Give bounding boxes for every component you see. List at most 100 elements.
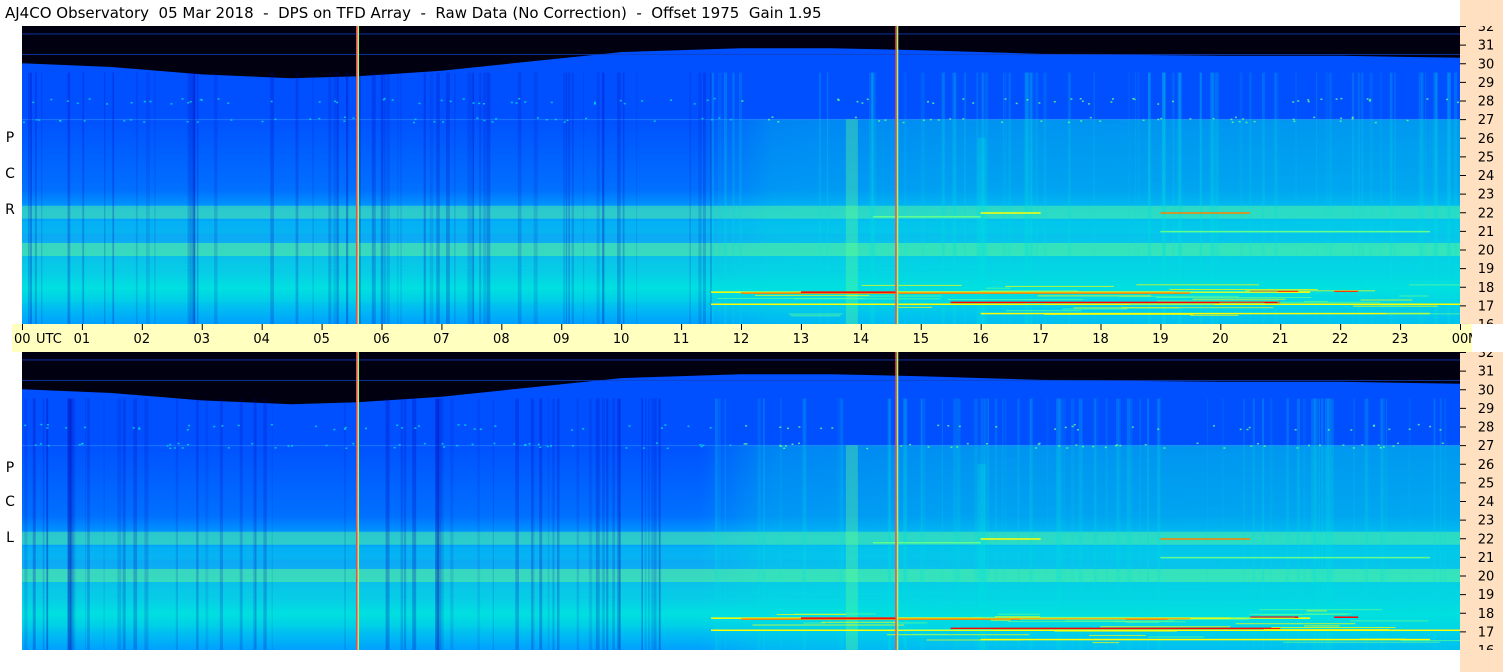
noise-streak [941, 398, 943, 650]
noise-streak [397, 72, 399, 324]
time-tick [1400, 324, 1402, 330]
noise-streak [802, 398, 807, 650]
signal-dot [464, 424, 467, 426]
freq-tick-label: 22 [1478, 532, 1495, 547]
noise-streak [492, 398, 494, 650]
signal-dot [1040, 120, 1043, 122]
freq-tick [1460, 389, 1466, 391]
noise-streak [1252, 398, 1255, 650]
noise-streak [1433, 72, 1437, 324]
carrier-signal [1160, 212, 1251, 214]
noise-streak [994, 398, 998, 650]
signal-dot [900, 445, 903, 447]
freq-tick [1460, 137, 1466, 139]
vertical-marker-line [357, 352, 360, 650]
noise-streak [723, 72, 727, 324]
signal-dot [718, 117, 721, 119]
vertical-marker-line [895, 352, 897, 650]
signal-dot [196, 121, 199, 123]
signal-dot [274, 447, 277, 449]
signal-dot [65, 427, 68, 429]
signal-dot [831, 427, 834, 429]
noise-streak [270, 72, 274, 324]
signal-dot [902, 121, 905, 124]
signal-dot [642, 447, 645, 449]
signal-dot [1392, 445, 1395, 447]
signal-dot [566, 119, 569, 121]
freq-tick [1460, 370, 1466, 372]
noise-streak [400, 398, 404, 650]
signal-dot [700, 445, 703, 448]
signal-dot [173, 447, 176, 449]
signal-dot [1263, 445, 1266, 447]
noise-streak [479, 72, 482, 324]
signal-dot [494, 425, 497, 427]
carrier-signal [743, 291, 793, 292]
signal-dot [1157, 103, 1160, 105]
vertical-marker-line [357, 26, 360, 324]
signal-dot [473, 428, 476, 430]
signal-dot [1350, 429, 1353, 431]
signal-dot [440, 99, 443, 102]
noise-streak [32, 398, 36, 650]
noise-streak [175, 398, 178, 650]
signal-dot [1026, 99, 1029, 101]
signal-dot [1223, 447, 1226, 449]
signal-dot [958, 425, 961, 428]
freq-tick [1460, 445, 1466, 447]
carrier-signal [1245, 290, 1376, 292]
signal-dot [1119, 444, 1122, 447]
noise-streak [889, 398, 892, 650]
signal-dot [729, 444, 732, 447]
signal-dot [972, 102, 975, 104]
signal-dot [1457, 101, 1459, 104]
noise-streak [1239, 72, 1243, 324]
noise-streak [1162, 72, 1166, 324]
carrier-signal [752, 624, 905, 626]
signal-dot [32, 101, 35, 104]
signal-dot [132, 427, 135, 429]
signal-dot [24, 424, 27, 427]
chart-title: AJ4CO Observatory 05 Mar 2018 - DPS on T… [5, 4, 822, 22]
noise-streak [1134, 72, 1136, 324]
signal-dot [702, 444, 705, 447]
signal-dot [35, 119, 38, 121]
signal-dot [1446, 98, 1449, 101]
noise-streak [1296, 398, 1300, 650]
noise-streak [1357, 72, 1360, 324]
noise-streak [122, 398, 126, 650]
signal-dot [396, 424, 399, 426]
signal-dot [513, 443, 516, 445]
noise-streak [622, 72, 625, 324]
carrier-signal [1192, 298, 1286, 300]
freq-axis-top-pad [1460, 0, 1503, 26]
signal-dot [664, 424, 667, 426]
signal-dot [287, 445, 290, 447]
time-tick [741, 324, 742, 330]
panel-label-letter: C [5, 494, 15, 510]
signal-dot [701, 117, 704, 120]
freq-tick [1460, 407, 1466, 409]
noise-streak [954, 72, 957, 324]
noise-streak [987, 398, 990, 650]
signal-dot [456, 444, 459, 447]
time-axis-ticks: 00 01 02 03 04 05 06 07 08 09 10 11 12 13 14 15 16 17 18 19… [14, 324, 1496, 347]
noise-streak [1353, 398, 1355, 650]
signal-dot [333, 428, 336, 431]
noise-streak [826, 72, 829, 324]
noise-streak [187, 72, 191, 324]
signal-dot [177, 442, 180, 445]
signal-dot [1292, 101, 1295, 103]
signal-dot [619, 99, 622, 102]
freq-tick [1460, 230, 1466, 232]
noise-streak [346, 72, 348, 324]
noise-streak [30, 72, 32, 324]
carrier-signal [1219, 302, 1265, 304]
carrier-signal [947, 299, 1083, 301]
signal-dot [1238, 120, 1241, 123]
signal-dot [138, 428, 141, 430]
signal-dot [798, 442, 800, 445]
noise-streak [974, 398, 978, 650]
carrier-signal [1064, 620, 1175, 622]
freq-tick-label: 30 [1478, 383, 1495, 398]
